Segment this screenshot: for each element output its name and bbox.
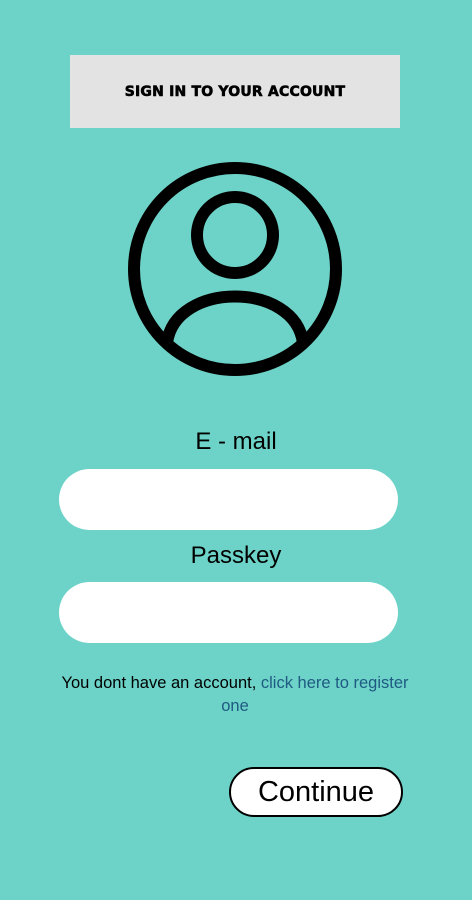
user-circle-icon xyxy=(128,162,342,376)
register-prompt: You dont have an account, click here to … xyxy=(60,672,410,718)
page-title: SIGN IN TO YOUR ACCOUNT xyxy=(124,83,346,100)
passkey-label: Passkey xyxy=(190,542,282,569)
email-field[interactable] xyxy=(59,469,398,530)
passkey-field[interactable] xyxy=(59,582,398,643)
register-prompt-text: You dont have an account, xyxy=(61,674,261,692)
email-label: E - mail xyxy=(195,428,277,455)
continue-button[interactable]: Continue xyxy=(229,767,403,817)
page-title-box: SIGN IN TO YOUR ACCOUNT xyxy=(70,55,400,128)
